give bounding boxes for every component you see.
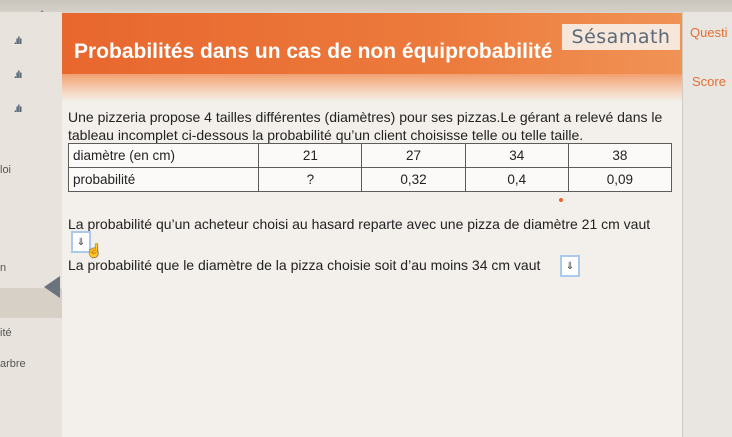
arrow-down-icon: ⇓: [76, 236, 86, 248]
table-cell: diamètre (en cm): [67, 143, 260, 168]
sidebar-item-loi[interactable]: loi: [0, 164, 11, 176]
bar-chart-icon[interactable]: .ılı: [14, 70, 22, 81]
table-cell: 21: [258, 143, 363, 168]
header-fade: [62, 74, 682, 102]
question-label: Questi: [690, 25, 728, 40]
sidebar-item-n[interactable]: n: [0, 262, 6, 274]
table-row: diamètre (en cm) 21 27 34 38: [67, 143, 673, 168]
table-cell: 0,09: [567, 167, 673, 192]
answer-input-2[interactable]: ⇓: [560, 255, 580, 277]
top-strip: [0, 0, 732, 12]
page-title: Probabilités dans un cas de non équiprob…: [74, 40, 553, 63]
bar-chart-icon[interactable]: .ılı: [14, 104, 22, 115]
sidebar-item-ite[interactable]: ité: [0, 327, 12, 339]
exercise-intro: Une pizzeria propose 4 tailles différent…: [68, 109, 663, 143]
table-row: probabilité ? 0,32 0,4 0,09: [67, 167, 673, 192]
table-cell: probabilité: [67, 167, 260, 192]
logo-text: Sésamath: [571, 26, 671, 48]
table-cell: ?: [258, 167, 363, 192]
indicator-dot: [559, 198, 563, 202]
table-cell: 34: [464, 143, 569, 168]
left-sidebar: [0, 12, 62, 437]
arrow-down-icon: ⇓: [565, 260, 575, 272]
question-2: La probabilité que le diamètre de la piz…: [68, 257, 541, 273]
back-arrow-icon[interactable]: [44, 276, 60, 298]
question-1: La probabilité qu’un acheteur choisi au …: [68, 216, 651, 232]
score-label: Score: [692, 74, 726, 89]
table-cell: 27: [361, 143, 466, 168]
table-cell: 38: [567, 143, 673, 168]
table-cell: 0,4: [464, 167, 569, 192]
table-cell: 0,32: [361, 167, 466, 192]
sidebar-item-arbre[interactable]: arbre: [0, 358, 26, 370]
probability-table: diamètre (en cm) 21 27 34 38 probabilité…: [67, 143, 673, 192]
bar-chart-icon[interactable]: .ılı: [14, 36, 22, 47]
logo: Sésamath: [562, 24, 680, 50]
